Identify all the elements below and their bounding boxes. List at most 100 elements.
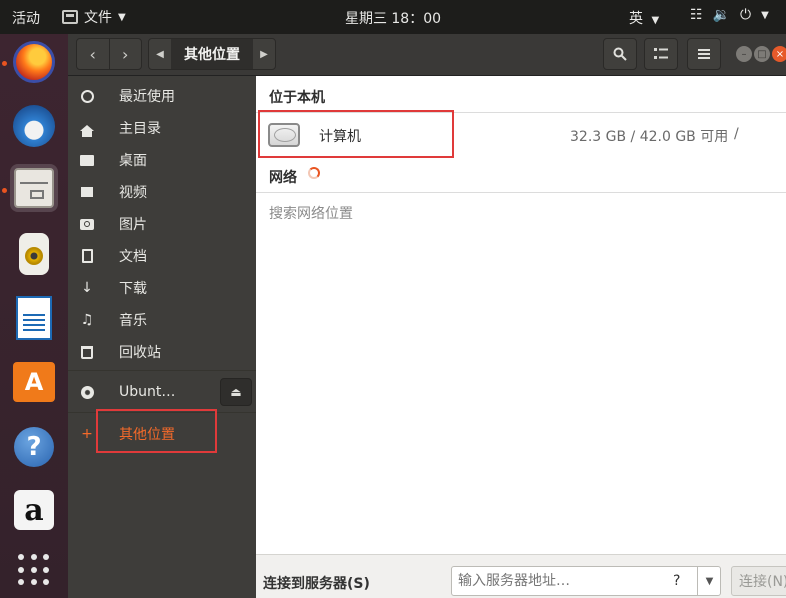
sidebar-item-downloads[interactable]: ↓ 下载 — [68, 272, 256, 304]
rhythmbox-icon — [19, 233, 49, 275]
dock-rhythmbox[interactable] — [10, 230, 58, 278]
dock-libreoffice-writer[interactable] — [10, 294, 58, 342]
list-view-icon — [654, 48, 668, 59]
sidebar-divider — [68, 370, 256, 371]
sidebar-item-recent[interactable]: 最近使用 — [68, 80, 256, 112]
sidebar-item-pictures[interactable]: 图片 — [68, 208, 256, 240]
input-method-menu[interactable]: 英 ▼ — [629, 8, 659, 28]
chevron-left-icon: ‹ — [89, 44, 96, 64]
clock[interactable]: 星期三 18：00 — [0, 8, 786, 28]
connect-to-server-label: 连接到服务器(S) — [263, 576, 370, 592]
sidebar-item-label: 主目录 — [119, 121, 161, 137]
running-indicator — [2, 61, 7, 66]
dock-firefox[interactable] — [10, 38, 58, 86]
sidebar-item-home[interactable]: 主目录 — [68, 112, 256, 144]
folder-icon — [80, 154, 94, 166]
sidebar-item-label: 文档 — [119, 249, 147, 265]
help-icon: ? — [14, 427, 54, 467]
hamburger-icon — [698, 49, 710, 59]
chevron-down-icon: ▼ — [705, 575, 714, 587]
sidebar-item-documents[interactable]: 文档 — [68, 240, 256, 272]
path-left-button[interactable]: ◀ — [149, 39, 171, 69]
eject-button[interactable]: ⏏ — [220, 378, 252, 406]
disc-icon — [80, 385, 94, 399]
places-sidebar: 最近使用 主目录 桌面 视频 图片 文档 ↓ 下载 ♫ 音乐 回收站 Ubunt… — [68, 76, 256, 598]
video-icon — [81, 187, 93, 197]
search-button[interactable] — [603, 38, 637, 70]
loading-spinner-icon — [308, 167, 320, 179]
clock-icon — [80, 89, 94, 103]
software-center-icon: A — [13, 362, 55, 402]
menu-button[interactable] — [687, 38, 721, 70]
sidebar-item-label: 桌面 — [119, 153, 147, 169]
power-icon: ⏻ — [740, 7, 752, 23]
sidebar-item-label: 下载 — [119, 281, 147, 297]
path-crumb[interactable]: 其他位置 — [171, 39, 253, 69]
headerbar: ‹ › ◀ 其他位置 ▶ – □ × — [68, 34, 786, 76]
section-divider — [256, 192, 786, 193]
dock: A ? a — [0, 34, 68, 598]
running-indicator — [2, 188, 7, 193]
help-icon[interactable]: ? — [673, 573, 680, 589]
triangle-left-icon: ◀ — [156, 48, 164, 60]
highlight-box-other-locations — [96, 409, 217, 453]
sidebar-item-label: 图片 — [119, 217, 147, 233]
maximize-button[interactable]: □ — [754, 46, 770, 62]
network-search-status: 搜索网络位置 — [269, 206, 353, 222]
input-method-label: 英 — [629, 11, 643, 27]
maximize-icon: □ — [757, 48, 767, 60]
nav-buttons: ‹ › — [76, 38, 142, 70]
dock-thunderbird[interactable] — [10, 102, 58, 150]
sidebar-item-label: Ubunt… — [119, 384, 176, 400]
computer-mount-point: / — [734, 126, 739, 142]
sidebar-item-label: 音乐 — [119, 313, 147, 329]
dock-show-apps[interactable] — [10, 546, 58, 594]
connect-to-server-bar: 连接到服务器(S) ? ▼ 连接(N) — [256, 554, 786, 598]
chevron-down-icon: ▼ — [651, 15, 660, 26]
home-icon — [80, 125, 94, 137]
sidebar-item-videos[interactable]: 视频 — [68, 176, 256, 208]
sidebar-item-music[interactable]: ♫ 音乐 — [68, 304, 256, 336]
minimize-button[interactable]: – — [736, 46, 752, 62]
dock-files[interactable] — [10, 164, 58, 212]
system-tray[interactable]: ☷ 🔉 ⏻ ▼ — [690, 7, 769, 23]
minimize-icon: – — [741, 48, 747, 60]
close-button[interactable]: × — [772, 46, 786, 62]
section-title-network: 网络 — [269, 170, 297, 186]
libreoffice-writer-icon — [16, 296, 52, 340]
path-bar: ◀ 其他位置 ▶ — [148, 38, 276, 70]
triangle-right-icon: ▶ — [260, 48, 268, 60]
eject-icon: ⏏ — [230, 385, 242, 399]
dock-amazon[interactable]: a — [10, 486, 58, 534]
document-icon — [81, 249, 93, 263]
dock-software[interactable]: A — [10, 358, 58, 406]
sidebar-item-trash[interactable]: 回收站 — [68, 336, 256, 368]
section-title-this-computer: 位于本机 — [269, 90, 325, 106]
close-icon: × — [775, 48, 785, 60]
server-history-dropdown[interactable]: ▼ — [697, 566, 721, 596]
volume-icon: 🔉 — [712, 7, 730, 23]
show-apps-icon — [18, 554, 50, 586]
network-icon: ☷ — [690, 7, 703, 23]
chevron-down-icon: ▼ — [761, 10, 769, 21]
server-address-input[interactable] — [451, 566, 721, 596]
sidebar-item-label: 回收站 — [119, 345, 161, 361]
sidebar-item-label: 视频 — [119, 185, 147, 201]
search-icon — [613, 47, 627, 61]
firefox-icon — [13, 41, 55, 83]
dock-help[interactable]: ? — [10, 423, 58, 471]
computer-free-space: 32.3 GB / 42.0 GB 可用 — [570, 129, 729, 145]
chevron-right-icon: › — [122, 44, 129, 64]
view-toggle-button[interactable] — [644, 38, 678, 70]
amazon-icon: a — [14, 490, 54, 530]
connect-button[interactable]: 连接(N) — [731, 566, 786, 596]
camera-icon — [80, 218, 94, 230]
back-button[interactable]: ‹ — [77, 39, 110, 69]
music-icon: ♫ — [80, 312, 94, 328]
trash-icon — [81, 345, 93, 359]
forward-button[interactable]: › — [110, 39, 142, 69]
sidebar-item-desktop[interactable]: 桌面 — [68, 144, 256, 176]
highlight-box-computer — [258, 110, 454, 158]
sidebar-item-label: 最近使用 — [119, 89, 175, 105]
path-right-button[interactable]: ▶ — [253, 39, 275, 69]
